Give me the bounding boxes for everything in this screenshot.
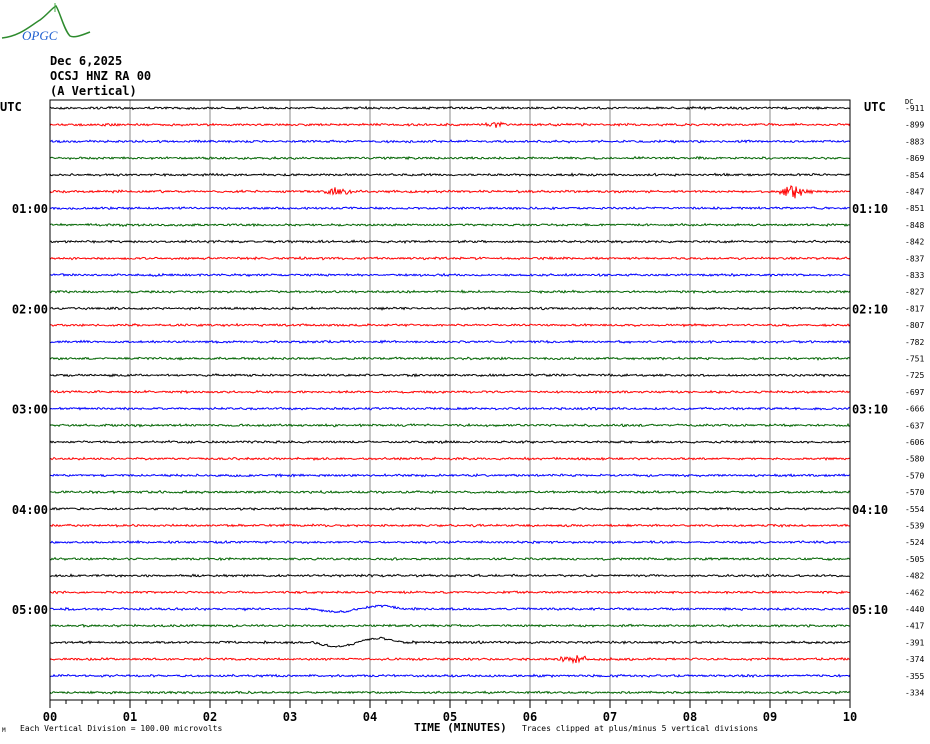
helicorder-chart: OPGC 00 01 02 03 04 05 06 07 08 09 1001:0002:0003:…	[1, 3, 925, 724]
dc-offset-label: -833	[905, 271, 924, 280]
dc-offset-label: -334	[905, 689, 924, 698]
dc-offset-label: -847	[905, 188, 924, 197]
x-tick-label: 01	[123, 710, 137, 724]
header-component: (A Vertical)	[50, 84, 137, 98]
right-time-label: 05:10	[852, 603, 888, 617]
dc-offset-label: -606	[905, 438, 924, 447]
dc-offset-label: -570	[905, 471, 924, 480]
scale-note: Each Vertical Division = 100.00 microvol…	[20, 724, 223, 733]
dc-offset-label: -524	[905, 538, 924, 547]
dc-title: DC	[905, 98, 914, 106]
dc-offset-label: -725	[905, 371, 924, 380]
dc-offset-label: -842	[905, 238, 924, 247]
dc-offset-label: -807	[905, 321, 924, 330]
axis-labels: 00 01 02 03 04 05 06 07 08 09 1001:0002:0003:0004:…	[12, 104, 925, 724]
dc-offset-label: -817	[905, 304, 924, 313]
dc-offset-label: -417	[905, 622, 924, 631]
footer-mark: M	[2, 727, 6, 734]
dc-offset-label: -539	[905, 522, 924, 531]
x-tick-label: 06	[523, 710, 537, 724]
dc-offset-label: -580	[905, 455, 924, 464]
right-time-label: 02:10	[852, 302, 888, 316]
dc-offset-label: -482	[905, 572, 924, 581]
dc-offset-label: -570	[905, 488, 924, 497]
dc-offset-label: -848	[905, 221, 924, 230]
dc-offset-label: -697	[905, 388, 924, 397]
dc-offset-label: -666	[905, 405, 924, 414]
x-axis-title: TIME (MINUTES)	[414, 721, 507, 734]
x-tick-label: 08	[683, 710, 697, 724]
dc-offset-label: -440	[905, 605, 924, 614]
dc-offset-label: -782	[905, 338, 924, 347]
dc-offset-label: -827	[905, 288, 924, 297]
dc-offset-label: -854	[905, 171, 924, 180]
right-utc-title: UTC	[864, 100, 886, 114]
left-time-label: 04:00	[12, 503, 48, 517]
clip-note: Traces clipped at plus/minus 5 vertical …	[522, 724, 759, 733]
dc-offset-label: -462	[905, 588, 924, 597]
dc-offset-label: -899	[905, 121, 924, 130]
x-axis-ticks	[49, 700, 851, 708]
right-time-label: 03:10	[852, 403, 888, 417]
opgc-logo: OPGC	[1, 3, 91, 43]
dc-offset-label: -355	[905, 672, 924, 681]
dc-offset-label: -637	[905, 421, 924, 430]
dc-offset-label: -869	[905, 154, 924, 163]
dc-offset-label: -883	[905, 137, 924, 146]
dc-offset-label: -505	[905, 555, 924, 564]
x-tick-label: 10	[843, 710, 857, 724]
logo-text: OPGC	[22, 28, 58, 43]
x-tick-label: 04	[363, 710, 377, 724]
right-time-label: 01:10	[852, 202, 888, 216]
left-time-label: 01:00	[12, 202, 48, 216]
right-time-label: 04:10	[852, 503, 888, 517]
dc-offset-label: -391	[905, 638, 924, 647]
header-station: OCSJ HNZ RA 00	[50, 69, 152, 83]
x-tick-label: 03	[283, 710, 297, 724]
left-time-label: 02:00	[12, 302, 48, 316]
dc-offset-label: -554	[905, 505, 924, 514]
x-tick-label: 00	[43, 710, 57, 724]
dc-offset-label: -751	[905, 355, 924, 364]
left-time-label: 03:00	[12, 403, 48, 417]
dc-offset-label: -837	[905, 254, 924, 263]
header-date: Dec 6,2025	[50, 54, 123, 68]
dc-offset-label: -851	[905, 204, 924, 213]
x-tick-label: 09	[763, 710, 777, 724]
x-tick-label: 07	[603, 710, 617, 724]
left-utc-title: UTC	[0, 100, 22, 114]
x-tick-label: 02	[203, 710, 217, 724]
left-time-label: 05:00	[12, 603, 48, 617]
dc-offset-label: -374	[905, 655, 924, 664]
